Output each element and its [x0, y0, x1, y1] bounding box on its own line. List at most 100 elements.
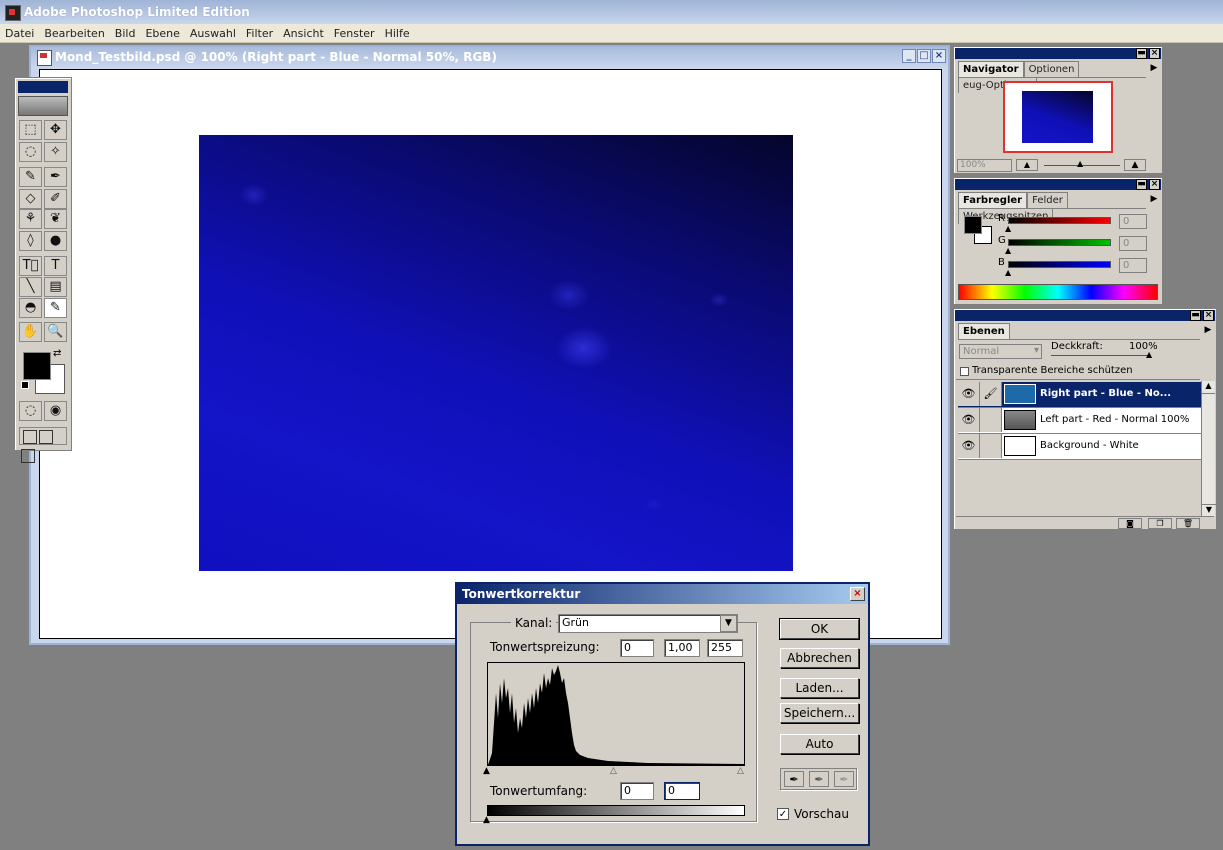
toolbox-header[interactable] [18, 81, 68, 93]
eyedropper-tool[interactable]: ✎ [44, 298, 67, 318]
blur-tool[interactable]: ◊ [19, 231, 42, 251]
output-level-white[interactable]: 0 [664, 782, 700, 800]
input-black-slider-thumb[interactable]: ▲ [483, 766, 490, 776]
navigator-zoom-field[interactable]: 100% [957, 159, 1012, 172]
link-slot[interactable] [980, 408, 1002, 432]
menu-ebene[interactable]: Ebene [140, 24, 184, 40]
menu-ansicht[interactable]: Ansicht [278, 24, 329, 40]
link-slot[interactable] [980, 434, 1002, 458]
chevron-down-icon[interactable]: ▼ [720, 615, 737, 632]
palette-menu-arrow-icon[interactable]: ▶ [1149, 193, 1159, 206]
navigator-palette-header[interactable]: ▬ × [955, 48, 1161, 59]
white-eyedropper-icon[interactable]: ✒ [834, 771, 854, 787]
color-palette-header[interactable]: ▬ × [955, 179, 1161, 190]
gray-eyedropper-icon[interactable]: ✒ [809, 771, 829, 787]
standard-mode-icon[interactable]: ◌ [19, 401, 42, 421]
airbrush-tool[interactable]: ✎ [19, 167, 42, 187]
type-mask-tool[interactable]: T⃞ [19, 256, 42, 276]
document-title-bar[interactable]: Mond_Testbild.psd @ 100% (Right part - B… [31, 47, 948, 67]
trash-icon[interactable]: 🗑 [1176, 518, 1200, 529]
brush-tool[interactable]: ✒ [44, 167, 67, 187]
palette-menu-arrow-icon[interactable]: ▶ [1203, 324, 1213, 337]
input-level-white[interactable]: 255 [707, 639, 743, 657]
load-button[interactable]: Laden... [780, 678, 859, 698]
tab-ebenen[interactable]: Ebenen [958, 323, 1010, 339]
preserve-transparency-checkbox[interactable] [960, 367, 969, 376]
output-level-black[interactable]: 0 [620, 782, 654, 800]
opacity-slider-thumb[interactable]: ▲ [1146, 350, 1152, 359]
channel-b-slider[interactable] [1008, 261, 1111, 268]
zoom-tool[interactable]: 🔍 [44, 322, 67, 342]
navigator-view-frame[interactable] [1003, 81, 1113, 153]
input-white-slider-thumb[interactable]: △ [737, 766, 744, 776]
palette-minimize-icon[interactable]: ▬ [1136, 48, 1147, 59]
menu-bearbeiten[interactable]: Bearbeiten [39, 24, 109, 40]
cancel-button[interactable]: Abbrechen [780, 648, 859, 668]
swap-colors-icon[interactable]: ⇄ [53, 348, 61, 359]
auto-button[interactable]: Auto [780, 734, 859, 754]
gradient-tool[interactable]: ▤ [44, 277, 67, 297]
layers-palette-header[interactable]: ▬ × [955, 310, 1215, 321]
channel-g-slider[interactable] [1008, 239, 1111, 246]
lasso-tool[interactable]: ◌ [19, 142, 42, 162]
hand-tool[interactable]: ✋ [19, 322, 42, 342]
layer-row[interactable]: 👁 Left part - Red - Normal 100% [958, 408, 1202, 434]
type-tool[interactable]: T [44, 256, 67, 276]
palette-minimize-icon[interactable]: ▬ [1190, 310, 1201, 321]
moon-image[interactable] [199, 135, 793, 571]
eye-icon[interactable]: 👁 [958, 408, 980, 432]
menu-bild[interactable]: Bild [110, 24, 141, 40]
paint-bucket-tool[interactable]: ◓ [19, 298, 42, 318]
layers-scrollbar[interactable]: ▲ ▼ [1201, 381, 1216, 517]
input-gamma-slider-thumb[interactable]: △ [610, 766, 617, 776]
eraser-tool[interactable]: ◇ [19, 189, 42, 209]
input-level-black[interactable]: 0 [620, 639, 654, 657]
tab-felder[interactable]: Felder [1027, 192, 1068, 208]
close-button[interactable]: × [932, 49, 946, 63]
foreground-color-swatch[interactable] [23, 352, 51, 380]
menu-auswahl[interactable]: Auswahl [185, 24, 241, 40]
input-level-gamma[interactable]: 1,00 [664, 639, 700, 657]
line-tool[interactable]: ╲ [19, 277, 42, 297]
palette-menu-arrow-icon[interactable]: ▶ [1149, 62, 1159, 75]
pencil-tool[interactable]: ✐ [44, 189, 67, 209]
tab-optionen[interactable]: Optionen [1023, 61, 1080, 77]
magic-wand-tool[interactable]: ✧ [44, 142, 67, 162]
ok-button[interactable]: OK [779, 618, 860, 640]
menu-datei[interactable]: Datei [0, 24, 39, 40]
color-fg-swatch[interactable] [964, 216, 982, 234]
burn-tool[interactable]: ● [44, 231, 67, 251]
channel-r-value[interactable]: 0 [1119, 214, 1147, 229]
channel-select[interactable]: Grün ▼ [558, 614, 738, 633]
channel-r-slider[interactable] [1008, 217, 1111, 224]
tab-navigator[interactable]: Navigator [958, 61, 1024, 77]
marquee-tool[interactable]: ⬚ [19, 120, 42, 140]
palette-minimize-icon[interactable]: ▬ [1136, 179, 1147, 190]
mask-icon[interactable]: ◙ [1118, 518, 1142, 529]
quick-mask-icon[interactable]: ◉ [44, 401, 67, 421]
screen-mode-icons[interactable] [19, 427, 67, 463]
brush-icon[interactable]: 🖌 [980, 382, 1002, 406]
dialog-title-bar[interactable]: Tonwertkorrektur [457, 584, 868, 604]
palette-close-icon[interactable]: × [1149, 179, 1160, 190]
preview-checkbox[interactable]: ✓ [777, 808, 789, 820]
maximize-button[interactable]: □ [917, 49, 931, 63]
channel-b-value[interactable]: 0 [1119, 258, 1147, 273]
zoom-slider-thumb[interactable]: ▲ [1077, 159, 1083, 168]
palette-close-icon[interactable]: × [1149, 48, 1160, 59]
channel-g-thumb[interactable]: ▲ [1005, 246, 1011, 255]
move-tool[interactable]: ✥ [44, 120, 67, 140]
zoom-in-icon[interactable]: ▲ [1124, 159, 1146, 171]
minimize-button[interactable]: _ [902, 49, 916, 63]
menu-fenster[interactable]: Fenster [329, 24, 380, 40]
output-black-slider-thumb[interactable]: ▲ [483, 815, 490, 825]
palette-close-icon[interactable]: × [1203, 310, 1214, 321]
channel-r-thumb[interactable]: ▲ [1005, 224, 1011, 233]
history-brush-tool[interactable]: ❦ [44, 209, 67, 229]
default-colors-icon[interactable] [21, 381, 29, 389]
blend-mode-select[interactable]: Normal ▾ [959, 344, 1042, 359]
new-layer-icon[interactable]: ❐ [1148, 518, 1172, 529]
tab-farbregler[interactable]: Farbregler [958, 192, 1028, 208]
menu-hilfe[interactable]: Hilfe [380, 24, 415, 40]
channel-b-thumb[interactable]: ▲ [1005, 268, 1011, 277]
